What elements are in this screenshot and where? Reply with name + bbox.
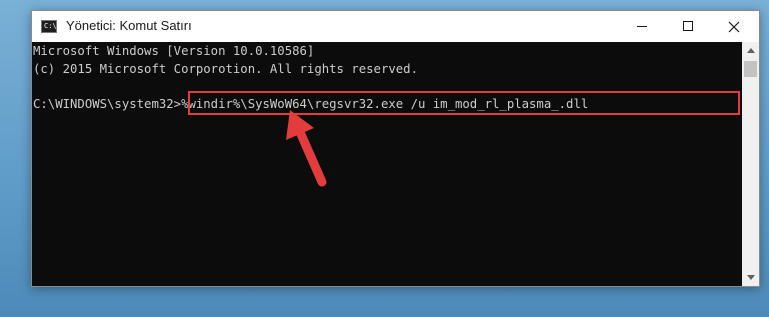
minimize-button[interactable] — [619, 11, 665, 42]
scroll-down-icon[interactable] — [742, 269, 759, 286]
maximize-icon — [683, 21, 693, 31]
close-icon — [728, 21, 740, 33]
scroll-up-icon[interactable] — [742, 42, 759, 59]
close-button[interactable] — [711, 11, 757, 42]
up-left-arrow-icon — [286, 110, 327, 187]
vertical-scrollbar[interactable] — [742, 42, 759, 286]
command-highlight-box — [188, 91, 740, 115]
console-line-version: Microsoft Windows [Version 10.0.10586] — [33, 44, 315, 58]
console-output-area[interactable]: Microsoft Windows [Version 10.0.10586] (… — [32, 42, 742, 286]
maximize-button[interactable] — [665, 11, 711, 42]
window-title: Yönetici: Komut Satırı — [66, 18, 192, 33]
title-bar[interactable]: C:\ Yönetici: Komut Satırı — [32, 11, 759, 43]
app-icon-glyph: C:\ — [44, 22, 57, 30]
scroll-thumb[interactable] — [744, 61, 757, 77]
command-prompt-window[interactable]: C:\ Yönetici: Komut Satırı Microsoft Win… — [31, 10, 760, 287]
console-line-copyright: (c) 2015 Microsoft Corporotion. All righ… — [33, 62, 418, 76]
minimize-icon — [637, 26, 647, 27]
cmd-app-icon: C:\ — [41, 20, 57, 33]
